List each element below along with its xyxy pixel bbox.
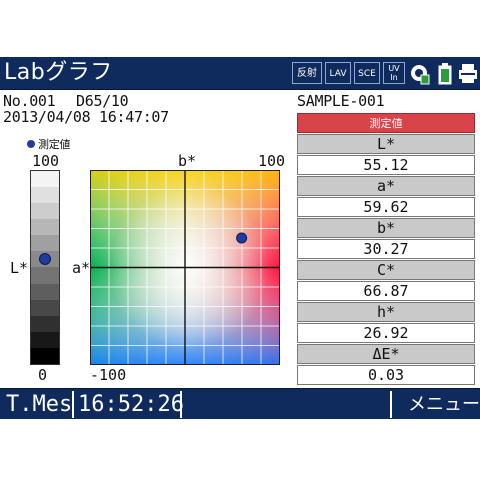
battery-icon bbox=[438, 63, 452, 85]
lightness-step bbox=[31, 267, 59, 284]
row-label-delta-e: ΔE* bbox=[297, 344, 475, 364]
legend: 測定値 bbox=[27, 137, 70, 153]
device-screen: Labグラフ 反射 LAV SCE UV In No.001 D65/10 20… bbox=[0, 57, 480, 419]
lightness-step bbox=[31, 299, 59, 316]
row-value-a: 59.62 bbox=[297, 197, 475, 217]
lightness-step bbox=[31, 331, 59, 348]
lightness-axis-label: L* bbox=[10, 259, 29, 277]
row-label-a: a* bbox=[297, 176, 475, 196]
ab-color-chart bbox=[90, 170, 280, 365]
legend-label: 測定値 bbox=[38, 138, 71, 151]
row-label-c: C* bbox=[297, 260, 475, 280]
lightness-step bbox=[31, 219, 59, 236]
lightness-marker bbox=[39, 252, 51, 265]
row-value-c: 66.87 bbox=[297, 281, 475, 301]
reflectance-mode-button[interactable]: 反射 bbox=[292, 62, 322, 84]
illuminant-observer: D65/10 bbox=[76, 92, 129, 110]
lightness-step bbox=[31, 187, 59, 204]
measurement-number: No.001 bbox=[3, 92, 56, 110]
uv-in-button[interactable]: UV In bbox=[383, 62, 405, 84]
lav-aperture-button[interactable]: LAV bbox=[325, 62, 351, 84]
row-label-h: h* bbox=[297, 302, 475, 322]
measurement-point bbox=[236, 232, 248, 244]
results-header: 測定値 bbox=[297, 113, 475, 133]
clock-display: 16:52:26 bbox=[78, 392, 184, 417]
lightness-max-label: 100 bbox=[32, 152, 60, 170]
row-value-delta-e: 0.03 bbox=[297, 365, 475, 385]
ab-min-label: -100 bbox=[90, 366, 127, 384]
lightness-step bbox=[31, 203, 59, 220]
b-axis-label: b* bbox=[178, 152, 197, 170]
bottom-separator bbox=[180, 391, 182, 418]
bottom-separator bbox=[72, 391, 74, 418]
uv-in-label: In bbox=[390, 73, 398, 82]
measure-mode-button[interactable]: T.Mes bbox=[6, 392, 72, 418]
measurement-datetime: 2013/04/08 16:47:07 bbox=[3, 108, 169, 126]
menu-button[interactable]: メニュー bbox=[408, 392, 480, 418]
sample-name: SAMPLE-001 bbox=[297, 92, 385, 110]
a-axis-label: a* bbox=[72, 259, 91, 277]
ab-max-label: 100 bbox=[258, 152, 286, 170]
row-value-l: 55.12 bbox=[297, 155, 475, 175]
legend-marker bbox=[27, 140, 35, 148]
lightness-min-label: 0 bbox=[38, 366, 48, 384]
lightness-step bbox=[31, 235, 59, 252]
lightness-step bbox=[31, 283, 59, 300]
sce-mode-button[interactable]: SCE bbox=[354, 62, 380, 84]
lightness-scale bbox=[30, 170, 60, 365]
lightness-step bbox=[31, 347, 59, 364]
row-value-b: 30.27 bbox=[297, 239, 475, 259]
row-label-l: L* bbox=[297, 134, 475, 154]
title-bar: Labグラフ 反射 LAV SCE UV In bbox=[0, 57, 480, 90]
row-label-b: b* bbox=[297, 218, 475, 238]
screen-title: Labグラフ bbox=[4, 60, 113, 85]
lightness-step bbox=[31, 171, 59, 188]
uv-label: UV bbox=[388, 64, 400, 73]
row-value-h: 26.92 bbox=[297, 323, 475, 343]
printer-icon bbox=[459, 64, 477, 83]
bottom-bar: T.Mes 16:52:26 メニュー bbox=[0, 388, 480, 419]
sd-card-icon bbox=[411, 65, 430, 85]
bottom-separator bbox=[390, 391, 392, 418]
lightness-step bbox=[31, 315, 59, 332]
